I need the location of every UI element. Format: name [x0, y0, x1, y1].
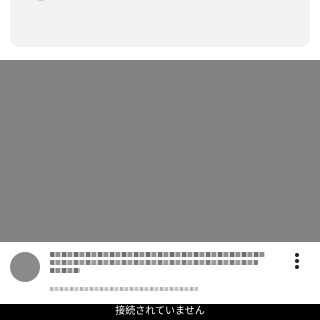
video-title-redacted[interactable]	[50, 252, 265, 257]
menu-dot	[295, 259, 299, 263]
offline-message: 接続されていません	[115, 306, 205, 317]
menu-dot	[295, 253, 299, 257]
video-title-redacted[interactable]	[50, 268, 80, 273]
video-metadata-redacted	[50, 287, 198, 291]
menu-dot	[295, 265, 299, 269]
offline-status-bar: 接続されていません	[0, 304, 320, 320]
channel-avatar[interactable]	[10, 252, 40, 282]
video-info-row	[0, 242, 320, 304]
video-thumbnail[interactable]	[0, 60, 320, 242]
previous-content-card[interactable]	[10, 0, 310, 47]
card-indicator	[38, 0, 44, 1]
video-title-redacted[interactable]	[50, 260, 258, 265]
video-feed-screen: 接続されていません	[0, 0, 320, 320]
more-vert-icon[interactable]	[288, 250, 306, 272]
